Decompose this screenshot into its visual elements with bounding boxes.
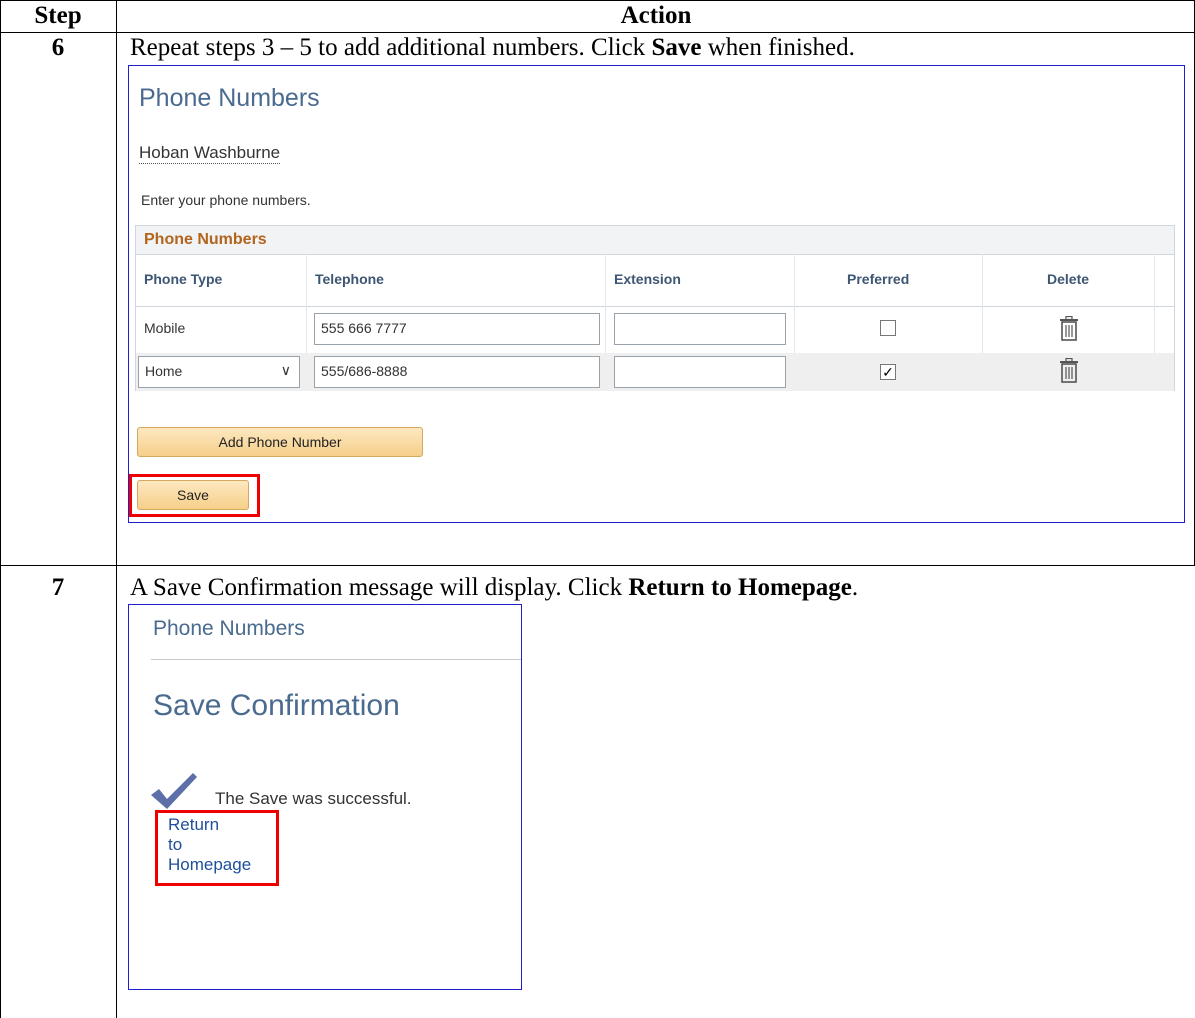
table-top-border [0,0,1195,1]
add-phone-number-button[interactable]: Add Phone Number [137,427,423,457]
preferred-checkbox[interactable]: ✓ [880,364,896,380]
instruction-label: Enter your phone numbers. [141,192,311,208]
column-header: Delete [1047,271,1090,287]
extension-input[interactable] [614,313,786,345]
save-highlight [129,474,260,517]
header-bottom-border [0,32,1195,33]
trash-icon[interactable] [1058,316,1080,342]
instruction-text: . [851,574,859,601]
return-highlight [155,810,279,886]
column-header: Phone Type [144,271,223,287]
header-step: Step [34,2,82,29]
telephone-input[interactable]: 555/686-8888 [314,356,600,388]
trash-icon[interactable] [1058,358,1080,384]
table-row: Home ∨ 555/686-8888 ✓ [136,353,1174,391]
grid-header: Phone Numbers [136,226,1174,255]
header-action: Action [620,2,692,29]
step-instruction: Repeat steps 3 – 5 to add additional num… [130,34,855,62]
instruction-text: Repeat steps 3 – 5 to add additional num… [130,34,652,61]
column-header: Telephone [315,271,384,287]
column-header: Preferred [847,271,910,287]
phone-type-select[interactable]: Home ∨ [138,356,300,388]
step-number: 6 [51,34,65,61]
chevron-down-icon: ∨ [280,362,291,378]
phone-type-value: Home [145,363,183,379]
grid-title: Phone Numbers [144,231,267,248]
confirmation-heading: Save Confirmation [153,689,400,722]
instruction-bold: Save [651,34,702,61]
column-headers: Phone Type Telephone Extension Preferred… [136,254,1174,307]
row-separator [0,565,1195,566]
telephone-input[interactable]: 555 666 7777 [314,313,600,345]
instruction-text: A Save Confirmation message will display… [130,574,629,601]
preferred-checkbox[interactable] [880,320,896,336]
phone-type-text: Mobile [144,320,186,336]
column-divider [116,0,117,1018]
phone-grid: Phone Numbers Phone Type Telephone Exten… [135,225,1175,391]
instruction-bold: Return to Homepage [628,574,852,601]
divider [151,659,521,660]
success-message: The Save was successful. [215,789,412,808]
page-title: Phone Numbers [139,84,320,112]
page-title: Phone Numbers [153,617,305,640]
column-header: Extension [614,271,681,287]
table-left-border [0,0,1,1018]
person-name: Hoban Washburne [139,143,281,164]
phone-numbers-screenshot: Phone Numbers Hoban Washburne Enter your… [128,65,1185,523]
extension-input[interactable] [614,356,786,388]
step-number: 7 [51,574,65,601]
step-instruction: A Save Confirmation message will display… [130,574,858,602]
checkmark-icon [151,773,197,809]
table-row: Mobile 555 666 7777 [136,307,1174,354]
save-confirmation-screenshot: Phone Numbers Save Confirmation The Save… [128,604,522,990]
instruction-text: when finished. [701,34,855,61]
